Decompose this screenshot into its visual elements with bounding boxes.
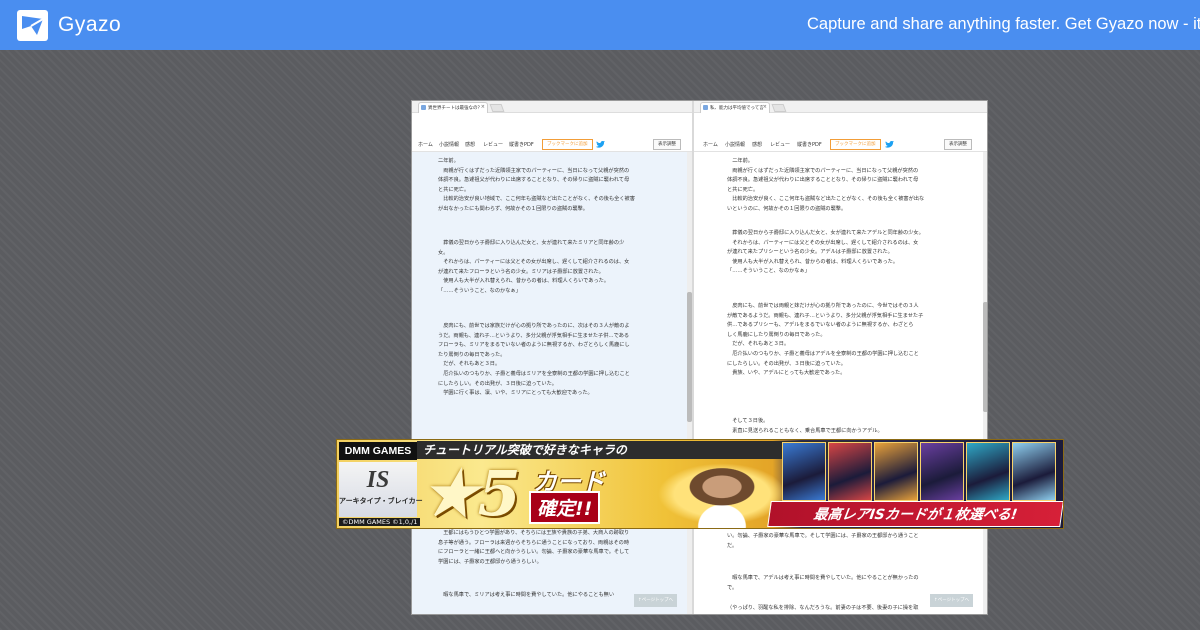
left-browser-tab[interactable]: 異世界チートは最強なの？ × [418, 102, 488, 113]
nav-novel-info[interactable]: 小説情報 [725, 141, 745, 148]
right-browser-tab[interactable]: 私、能力は平均値でって言 × [700, 102, 770, 113]
left-paragraph: 暇な馬車で、ミリアは考え事に時間を費やしていた。他にやることも無い [438, 592, 615, 598]
new-tab-button[interactable] [771, 104, 787, 112]
right-paragraph: そして３日後。 素直に見送られることもなく、乗合馬車で王都に向かうアデル。 [732, 418, 883, 434]
right-paragraph: 二年前。 両親が行くはずだった近隣領主家でのパーティーに、当日になって父親が突然… [727, 158, 925, 212]
ad-copyright: ©DMM GAMES ©1,0,/1 [339, 518, 421, 526]
page-top-button[interactable]: ↑ページトップへ [634, 594, 678, 607]
twitter-icon[interactable] [885, 140, 894, 148]
character-card-thumbnail [874, 442, 918, 501]
left-browser-pane: 異世界チートは最強なの？ × ホーム 小説情報 感想 レビュー 縦書きPDF ブ… [412, 101, 693, 614]
dmm-games-logo: DMM GAMES [339, 442, 417, 460]
ad-bottom-tagline: 最高レアISカードが１枚選べる! [767, 501, 1063, 527]
gyazo-logo-icon[interactable] [17, 10, 48, 41]
nav-review[interactable]: レビュー [483, 141, 503, 148]
bookmark-button[interactable]: ブックマークに追加 [830, 139, 881, 150]
nav-home[interactable]: ホーム [418, 141, 433, 148]
character-card-row [782, 442, 1062, 501]
character-card-thumbnail [828, 442, 872, 501]
right-tab-strip: 私、能力は平均値でって言 × [694, 101, 987, 113]
dmm-banner-ad[interactable]: DMM GAMES IS アーキタイプ・ブレイカー ©DMM GAMES ©1,… [336, 439, 1064, 529]
brand-name[interactable]: Gyazo [58, 13, 121, 37]
confirmed-label: 確定!! [529, 491, 601, 524]
game-logo: IS アーキタイプ・ブレイカー [339, 462, 423, 517]
game-logo-mark: IS [366, 467, 390, 493]
page-top-button[interactable]: ↑ページトップへ [930, 594, 974, 607]
right-paragraph: 皮肉にも、前世では両親と妹だけが心の拠り所であったのに、今世ではその３人 が敵で… [727, 303, 924, 377]
promo-link[interactable]: Capture and share anything faster. Get G… [807, 15, 1200, 34]
character-card-thumbnail [1012, 442, 1056, 501]
favicon-icon [421, 105, 426, 110]
right-novel-nav: ホーム 小説情報 感想 レビュー 縦書きPDF ブックマークに追加 表示調整 [694, 137, 987, 152]
nav-novel-info[interactable]: 小説情報 [439, 141, 459, 148]
captured-screenshot: 異世界チートは最強なの？ × ホーム 小説情報 感想 レビュー 縦書きPDF ブ… [411, 100, 988, 615]
gyazo-topbar: Gyazo Capture and share anything faster.… [0, 0, 1200, 50]
favicon-icon [703, 105, 708, 110]
left-novel-content: 二年前。 両親が行くはずだった近隣領主家でのパーティーに、当日になって父親が突然… [412, 152, 693, 614]
right-browser-pane: 私、能力は平均値でって言 × ホーム 小説情報 感想 レビュー 縦書きPDF ブ… [694, 101, 987, 614]
right-scrollbar[interactable] [983, 152, 987, 614]
left-tab-strip: 異世界チートは最強なの？ × [412, 101, 693, 113]
left-paragraph: 王都にはもうひとつ学園があり、そちらには王族や貴族の子弟、大商人の跡取り 息子等… [438, 530, 630, 565]
close-tab-icon[interactable]: × [481, 104, 485, 110]
twitter-icon[interactable] [596, 140, 605, 148]
nav-impressions[interactable]: 感想 [752, 141, 762, 148]
left-paragraph: 皮肉にも、前世では家族だけが心の拠り所であったのに、次はその３人が敵のよ うだ。… [438, 323, 630, 397]
character-card-thumbnail [920, 442, 964, 501]
right-paragraph: （やっぱり、羽醒な私を排除、なんだろうな。前妻の子は不要、後妻の子に操を取 [727, 605, 919, 611]
character-card-thumbnail [966, 442, 1010, 501]
close-tab-icon[interactable]: × [763, 104, 767, 110]
nav-vertical-pdf[interactable]: 縦書きPDF [509, 141, 534, 148]
right-novel-content: 二年前。 両親が行くはずだった近隣領主家でのパーティーに、当日になって父親が突然… [694, 152, 987, 614]
left-paragraph: 二年前。 両親が行くはずだった近隣領主家でのパーティーに、当日になって父親が突然… [438, 158, 635, 212]
display-settings-button[interactable]: 表示調整 [653, 139, 681, 150]
right-paragraph: 暇な馬車で、アデルは考え事に時間を費やしていた。他にやることが無かったの で。 [727, 575, 919, 591]
game-title: アーキタイプ・ブレイカー [339, 497, 423, 505]
right-scroll-thumb[interactable] [983, 302, 987, 412]
nav-home[interactable]: ホーム [703, 141, 718, 148]
nav-impressions[interactable]: 感想 [465, 141, 475, 148]
new-tab-button[interactable] [489, 104, 505, 112]
right-paragraph: 葬儀の翌日から子爵邸に入り込んだ女と、女が連れて来たアデルと同年齢の少女。 それ… [727, 230, 924, 275]
right-paragraph: い。勿論、子爵家の豪華な馬車で。そして学園には、子爵家の王都邸から通うこと だ。 [727, 533, 919, 549]
right-tab-title: 私、能力は平均値でって言 [710, 106, 764, 111]
star-rating-text: ★5 [422, 457, 521, 529]
nav-vertical-pdf[interactable]: 縦書きPDF [797, 141, 822, 148]
nav-review[interactable]: レビュー [770, 141, 790, 148]
left-tab-title: 異世界チートは最強なの？ [428, 106, 482, 111]
left-novel-nav: ホーム 小説情報 感想 レビュー 縦書きPDF ブックマークに追加 表示調整 [412, 137, 693, 152]
bookmark-button[interactable]: ブックマークに追加 [542, 139, 593, 150]
character-card-thumbnail [782, 442, 826, 501]
left-paragraph: 葬儀の翌日から子爵邸に入り込んだ女と、女が連れて来たミリアと同年齢の少 女。 そ… [438, 240, 630, 294]
display-settings-button[interactable]: 表示調整 [944, 139, 972, 150]
